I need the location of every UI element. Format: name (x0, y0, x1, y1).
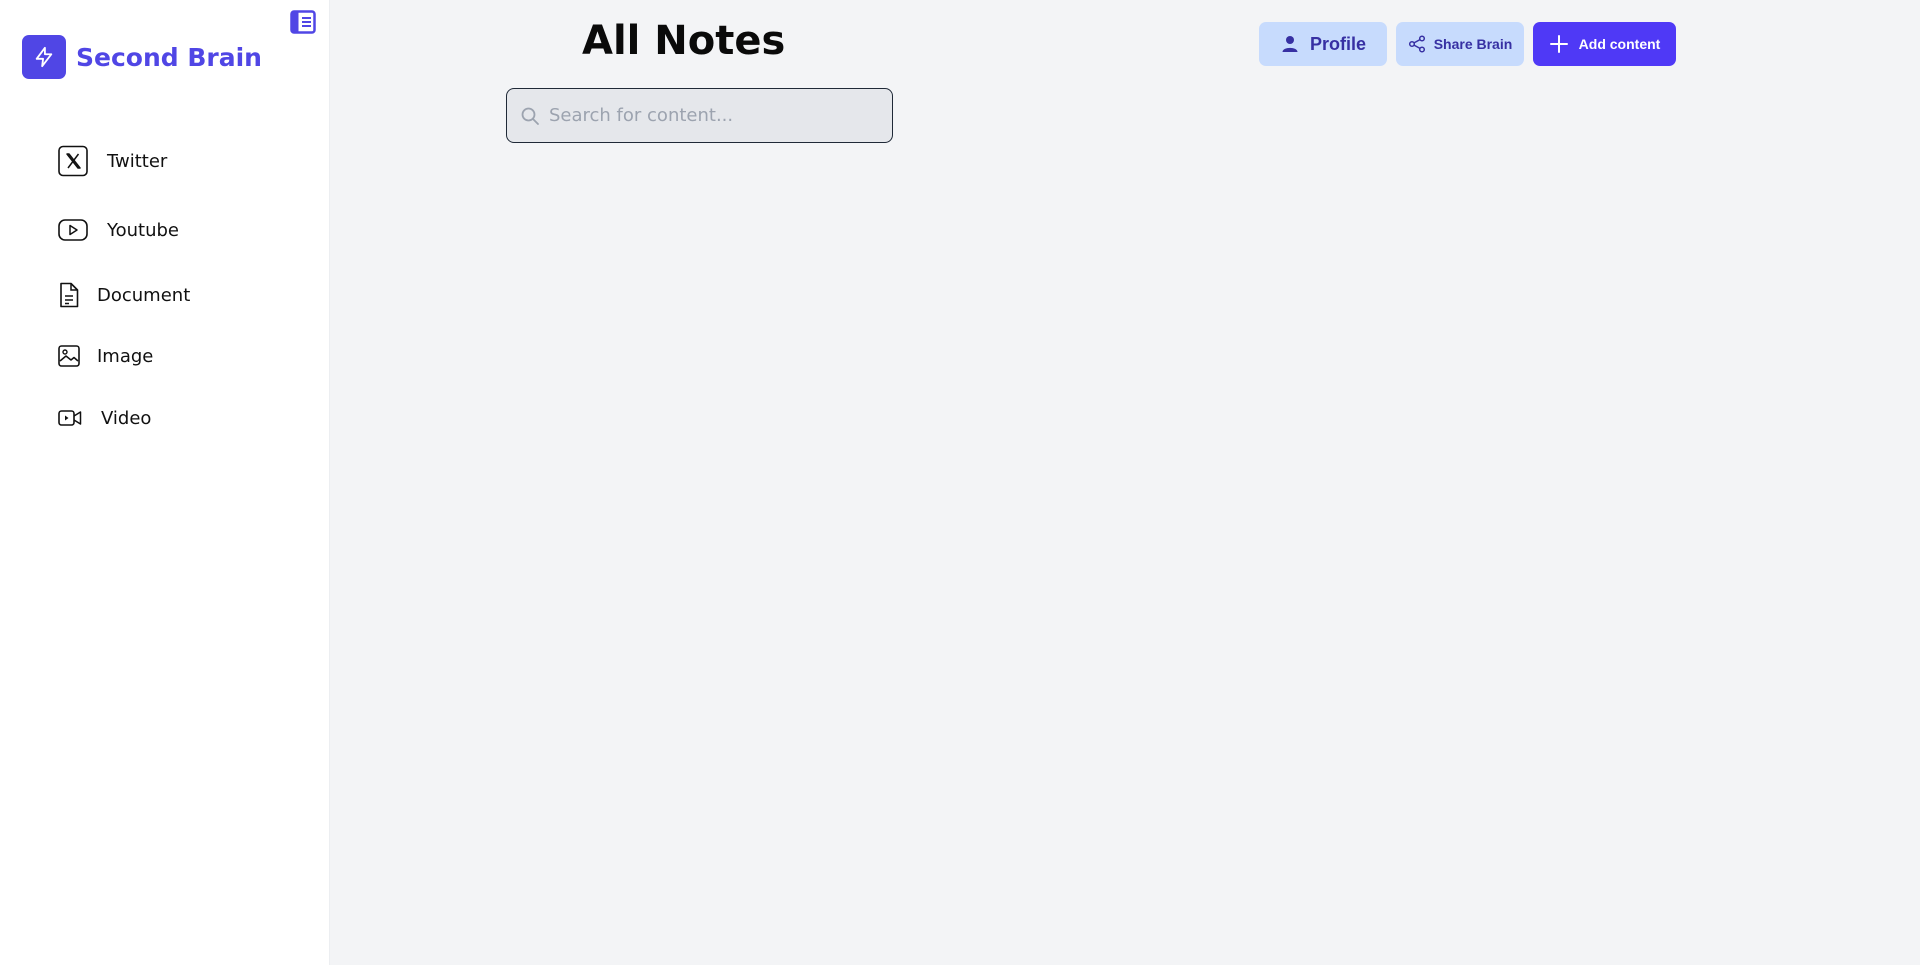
lightning-icon (35, 46, 53, 68)
share-brain-button-label: Share Brain (1433, 36, 1513, 52)
brand-name: Second Brain (76, 42, 262, 72)
sidebar-toggle-icon (290, 10, 316, 34)
page-title: All Notes (582, 18, 786, 64)
video-icon (58, 406, 82, 430)
search-input[interactable] (549, 105, 869, 126)
sidebar-item-twitter[interactable]: Twitter (58, 145, 167, 177)
image-icon (58, 343, 80, 369)
brand[interactable]: Second Brain (22, 35, 262, 79)
search-box[interactable] (506, 88, 893, 143)
sidebar-item-label: Video (101, 407, 152, 429)
sidebar-item-image[interactable]: Image (58, 343, 153, 369)
youtube-icon (58, 217, 88, 243)
plus-icon (1549, 34, 1569, 54)
twitter-x-icon (58, 145, 88, 177)
share-icon (1408, 35, 1426, 53)
search-icon (519, 105, 541, 127)
profile-button-label: Profile (1309, 33, 1366, 54)
sidebar-item-label: Document (97, 284, 191, 306)
user-icon (1280, 34, 1300, 54)
sidebar-item-youtube[interactable]: Youtube (58, 217, 179, 243)
sidebar-item-video[interactable]: Video (58, 406, 151, 430)
profile-button[interactable]: Profile (1259, 22, 1387, 66)
sidebar: Second Brain Twitter Youtube Document Im… (0, 0, 330, 965)
document-icon (58, 281, 80, 309)
brand-logo (22, 35, 66, 79)
sidebar-item-label: Twitter (107, 150, 168, 172)
sidebar-item-label: Image (97, 345, 154, 367)
sidebar-toggle-button[interactable] (290, 10, 316, 34)
sidebar-item-document[interactable]: Document (58, 281, 190, 309)
sidebar-item-label: Youtube (107, 219, 179, 241)
add-content-button-label: Add content (1578, 36, 1661, 52)
add-content-button[interactable]: Add content (1533, 22, 1676, 66)
share-brain-button[interactable]: Share Brain (1396, 22, 1524, 66)
